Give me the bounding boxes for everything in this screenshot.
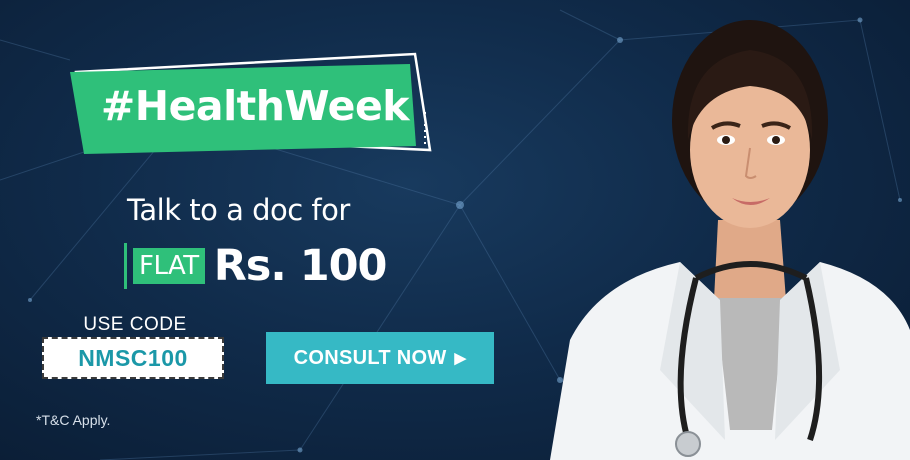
flat-accent-bar: [124, 243, 127, 289]
coupon-code-text: NMSC100: [78, 344, 188, 371]
consult-now-label: CONSULT NOW: [293, 346, 447, 369]
promo-banner: #HealthWeek Talk to a doc for FLAT Rs. 1…: [0, 0, 910, 460]
price-row: FLAT Rs. 100: [124, 240, 388, 292]
consult-now-button[interactable]: CONSULT NOW ▶: [266, 332, 494, 384]
play-triangle-icon: ▶: [454, 350, 467, 367]
hashtag-text: #HealthWeek: [100, 82, 410, 130]
coupon-code-box[interactable]: NMSC100: [42, 337, 224, 379]
tagline: Talk to a doc for: [127, 193, 350, 227]
terms-text: *T&C Apply.: [36, 412, 111, 428]
hashtag-banner: #HealthWeek: [70, 42, 440, 162]
price-text: Rs. 100: [213, 241, 388, 291]
flat-badge: FLAT: [133, 247, 205, 285]
doctor-photo: [550, 20, 910, 460]
use-code-label: USE CODE: [83, 314, 187, 335]
